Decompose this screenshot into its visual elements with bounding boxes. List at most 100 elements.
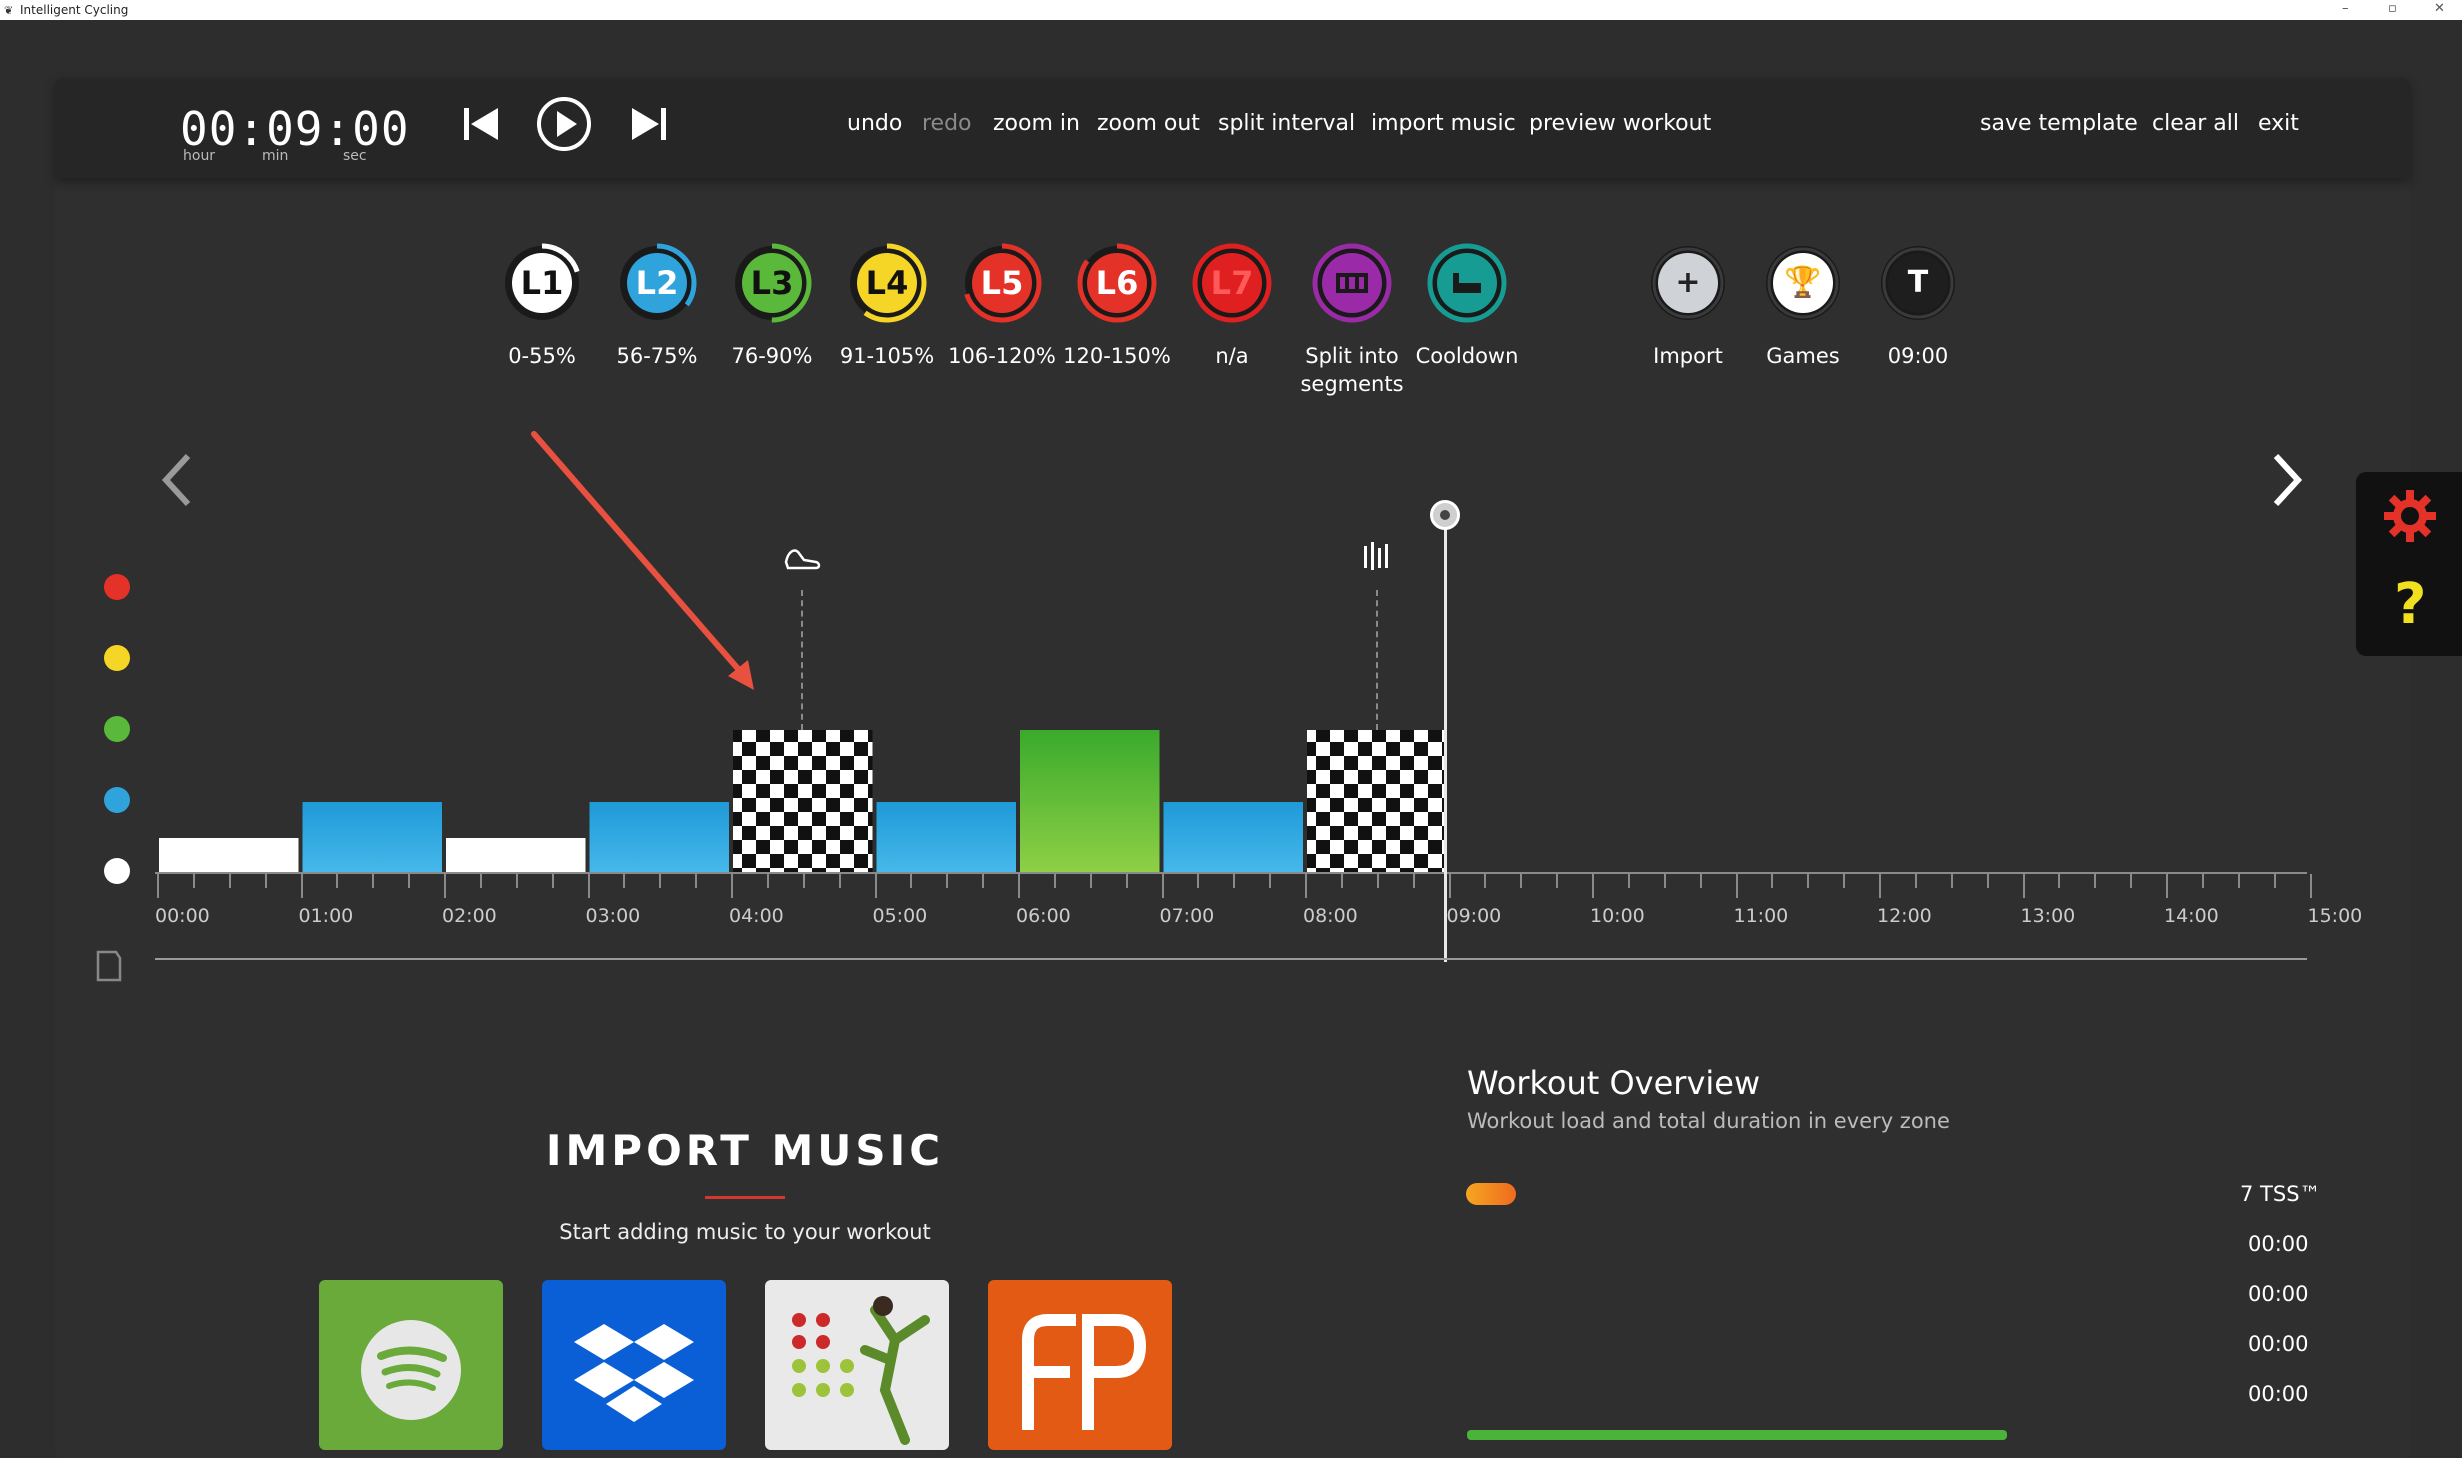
axis-tick: [408, 874, 411, 888]
workout-interval-chart: [159, 730, 1447, 872]
axis-tick: [1448, 874, 1451, 898]
import-music-title: IMPORT MUSIC: [545, 1126, 945, 1175]
settings-gear-icon[interactable]: [2382, 488, 2438, 544]
interval-bar[interactable]: [1307, 730, 1447, 872]
axis-tick: [1520, 874, 1523, 888]
axis-label: 04:00: [729, 905, 784, 927]
axis-tick: [336, 874, 339, 888]
axis-tick: [1735, 874, 1738, 898]
cue-line-1: [801, 590, 803, 730]
playhead-line[interactable]: [1444, 512, 1447, 962]
axis-label: 13:00: [2020, 905, 2076, 927]
axis-label: 06:00: [1016, 905, 1071, 927]
axis-tick: [1305, 874, 1307, 898]
axis-tick: [1018, 874, 1020, 898]
interval-bar[interactable]: [159, 838, 299, 872]
axis-tick: [1699, 874, 1702, 888]
axis-tick: [731, 874, 733, 898]
axis-tick: [1340, 874, 1343, 888]
axis-tick: [2130, 874, 2133, 888]
axis-tick: [1950, 874, 1953, 888]
spotify-icon: [361, 1320, 461, 1420]
axis-label: 01:00: [298, 905, 354, 927]
axis-tick: [1843, 874, 1846, 888]
axis-label: 10:00: [1590, 905, 1645, 927]
dropbox-icon: [574, 1324, 694, 1422]
import-music-divider: [705, 1196, 785, 1199]
dropbox-tile[interactable]: [542, 1280, 726, 1450]
axis-tick: [479, 874, 482, 888]
annotation-arrow: [531, 431, 754, 690]
axis-label: 08:00: [1303, 905, 1358, 927]
axis-tick: [982, 874, 985, 888]
axis-label: 02:00: [442, 905, 497, 927]
axis-tick: [838, 874, 841, 888]
axis-tick: [1879, 874, 1881, 898]
axis-tick: [623, 874, 626, 888]
interval-bar[interactable]: [589, 802, 730, 872]
fp-tile[interactable]: [988, 1280, 1172, 1450]
interval-bar[interactable]: [302, 802, 443, 872]
axis-tick: [2309, 874, 2312, 898]
axis-tick: [1592, 874, 1594, 898]
axis-tick: [946, 874, 949, 888]
zone-duration: 00:00: [2248, 1382, 2309, 1406]
axis-tick: [372, 874, 375, 888]
zone-duration: 00:00: [2248, 1282, 2309, 1306]
axis-tick: [228, 874, 231, 888]
axis-tick: [874, 874, 877, 898]
load-indicator: [1466, 1183, 1516, 1205]
interval-bar[interactable]: [876, 802, 1017, 872]
axis-tick: [1807, 874, 1810, 888]
axis-tick: [1125, 874, 1128, 888]
axis-tick: [1986, 874, 1989, 888]
note-icon[interactable]: [94, 948, 124, 984]
tss-value: 7 TSS™: [2240, 1182, 2321, 1206]
dancer-icon: [792, 1296, 930, 1445]
axis-tick: [1376, 874, 1379, 888]
axis-tick: [587, 874, 590, 898]
zone-duration-bar: [1467, 1430, 2007, 1440]
workout-overview-subtitle: Workout load and total duration in every…: [1467, 1109, 1950, 1133]
timeline-axis: [155, 872, 2307, 874]
axis-tick: [1197, 874, 1200, 888]
interval-bar[interactable]: [446, 838, 586, 872]
axis-label: 11:00: [1733, 905, 1789, 927]
axis-tick: [2022, 874, 2025, 898]
axis-label: 15:00: [2307, 905, 2363, 927]
interval-bar[interactable]: [1020, 730, 1160, 872]
axis-tick: [1556, 874, 1559, 888]
axis-label: 00:00: [155, 905, 210, 927]
axis-tick: [1627, 874, 1630, 888]
axis-tick: [157, 874, 159, 898]
axis-tick: [1412, 874, 1415, 888]
axis-tick: [910, 874, 913, 888]
axis-label: 09:00: [1446, 905, 1502, 927]
axis-tick: [515, 874, 518, 888]
spotify-tile[interactable]: [319, 1280, 503, 1450]
axis-tick: [2237, 874, 2240, 888]
axis-tick: [2201, 874, 2204, 888]
axis-tick: [1771, 874, 1774, 888]
axis-label: 07:00: [1159, 905, 1215, 927]
fitness-music-tile[interactable]: [765, 1280, 949, 1450]
axis-tick: [1914, 874, 1917, 888]
shoe-cue-icon[interactable]: [782, 540, 822, 574]
axis-tick: [802, 874, 805, 888]
axis-tick: [551, 874, 554, 888]
playhead-handle[interactable]: [1430, 500, 1460, 530]
interval-bar[interactable]: [1163, 802, 1304, 872]
axis-tick: [300, 874, 303, 898]
axis-tick: [766, 874, 769, 888]
interval-bar[interactable]: [733, 730, 873, 872]
sound-cue-icon[interactable]: [1362, 540, 1392, 574]
axis-tick: [1053, 874, 1056, 888]
zone-duration: 00:00: [2248, 1332, 2309, 1356]
axis-tick: [2166, 874, 2168, 898]
axis-tick: [2094, 874, 2097, 888]
help-icon[interactable]: ?: [2394, 575, 2426, 635]
fp-logo-icon: [1022, 1314, 1147, 1430]
axis-label: 05:00: [872, 905, 928, 927]
axis-label: 03:00: [585, 905, 641, 927]
axis-label: 14:00: [2164, 905, 2219, 927]
